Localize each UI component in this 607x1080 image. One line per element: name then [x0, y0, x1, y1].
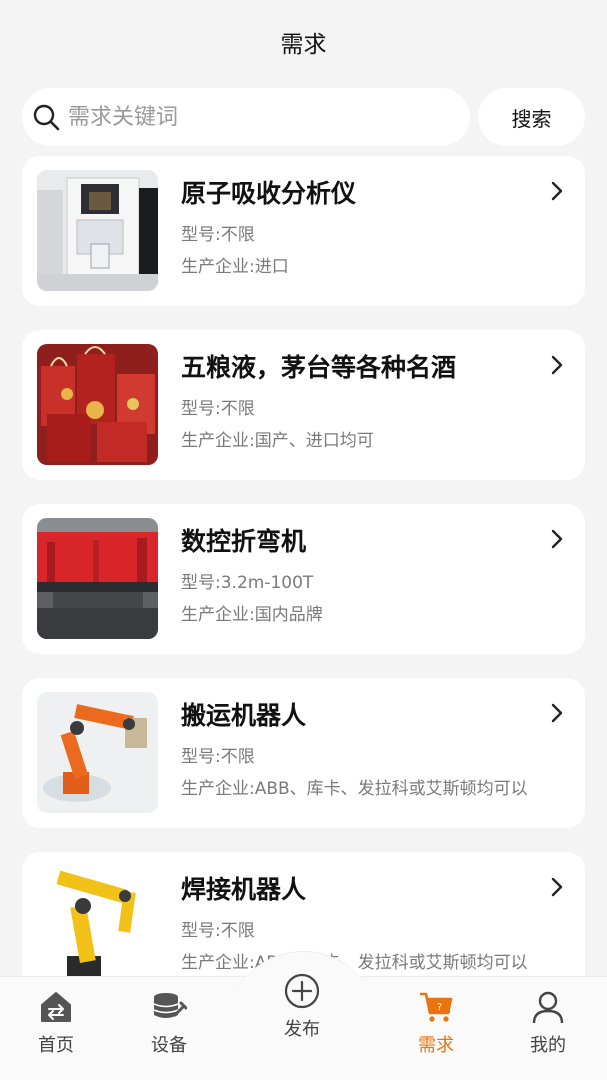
- item-model: 型号:不限: [181, 399, 255, 419]
- tab-profile[interactable]: 我的: [498, 977, 598, 1080]
- yellow-robot-arm-photo: [37, 866, 158, 976]
- item-model: 型号:不限: [181, 747, 255, 767]
- item-maker: 生产企业:国内品牌: [181, 605, 323, 625]
- item-model: 型号:3.2m-100T: [181, 573, 314, 593]
- home-icon: [41, 992, 71, 1022]
- item-title: 原子吸收分析仪: [181, 179, 357, 208]
- item-maker: 生产企业:ABB、库卡、发拉科或艾斯顿均可以: [181, 779, 528, 799]
- tab-label: 需求: [418, 1035, 454, 1056]
- chevron-right-icon: [551, 703, 563, 723]
- demand-card[interactable]: 搬运机器人 型号:不限 生产企业:ABB、库卡、发拉科或艾斯顿均可以: [22, 678, 585, 828]
- search-box[interactable]: [22, 88, 470, 146]
- chevron-right-icon: [551, 877, 563, 897]
- equipment-icon: [153, 993, 187, 1018]
- search-button[interactable]: 搜索: [478, 88, 585, 146]
- item-model: 型号:不限: [181, 921, 255, 941]
- page-title: 需求: [280, 32, 327, 58]
- tab-demand[interactable]: ? 需求: [386, 977, 486, 1080]
- tab-label: 首页: [38, 1035, 74, 1056]
- tab-label: 设备: [151, 1035, 187, 1056]
- chevron-right-icon: [551, 181, 563, 201]
- lab-instrument-photo: [37, 170, 158, 291]
- search-icon: [33, 104, 60, 131]
- tab-label: 我的: [530, 1035, 566, 1056]
- orange-robot-arm-photo: [37, 692, 158, 813]
- cart-question-icon: ?: [420, 992, 453, 1022]
- search-row: 搜索: [22, 88, 585, 148]
- tab-home[interactable]: 首页: [6, 977, 106, 1080]
- item-title: 搬运机器人: [181, 701, 307, 730]
- chevron-right-icon: [551, 529, 563, 549]
- chevron-right-icon: [551, 355, 563, 375]
- publish-plus-icon: [284, 973, 320, 1009]
- liquor-gift-bags-photo: [37, 344, 158, 465]
- user-icon: [532, 991, 564, 1024]
- item-title: 数控折弯机: [181, 527, 307, 556]
- item-title: 五粮液，茅台等各种名酒: [181, 353, 457, 382]
- bottom-tab-bar: 首页 设备 发布 ? 需求 我的: [0, 951, 607, 1080]
- demand-list: 原子吸收分析仪 型号:不限 生产企业:进口 五粮液，茅台等各种名酒 型号:不限 …: [22, 156, 585, 976]
- tab-publish[interactable]: 发布: [252, 961, 352, 1071]
- tab-equipment[interactable]: 设备: [119, 977, 219, 1080]
- press-brake-photo: [37, 518, 158, 639]
- item-maker: 生产企业:进口: [181, 257, 289, 277]
- search-input[interactable]: [68, 104, 428, 130]
- item-title: 焊接机器人: [181, 875, 307, 904]
- demand-card[interactable]: 数控折弯机 型号:3.2m-100T 生产企业:国内品牌: [22, 504, 585, 654]
- item-maker: 生产企业:ABB、库卡、发拉科或艾斯顿均可以: [181, 953, 528, 973]
- svg-text:?: ?: [437, 1002, 442, 1013]
- demand-card[interactable]: 原子吸收分析仪 型号:不限 生产企业:进口: [22, 156, 585, 306]
- item-maker: 生产企业:国产、进口均可: [181, 431, 374, 451]
- tab-label: 发布: [284, 1019, 320, 1040]
- item-model: 型号:不限: [181, 225, 255, 245]
- header: 需求: [0, 0, 607, 88]
- demand-card[interactable]: 五粮液，茅台等各种名酒 型号:不限 生产企业:国产、进口均可: [22, 330, 585, 480]
